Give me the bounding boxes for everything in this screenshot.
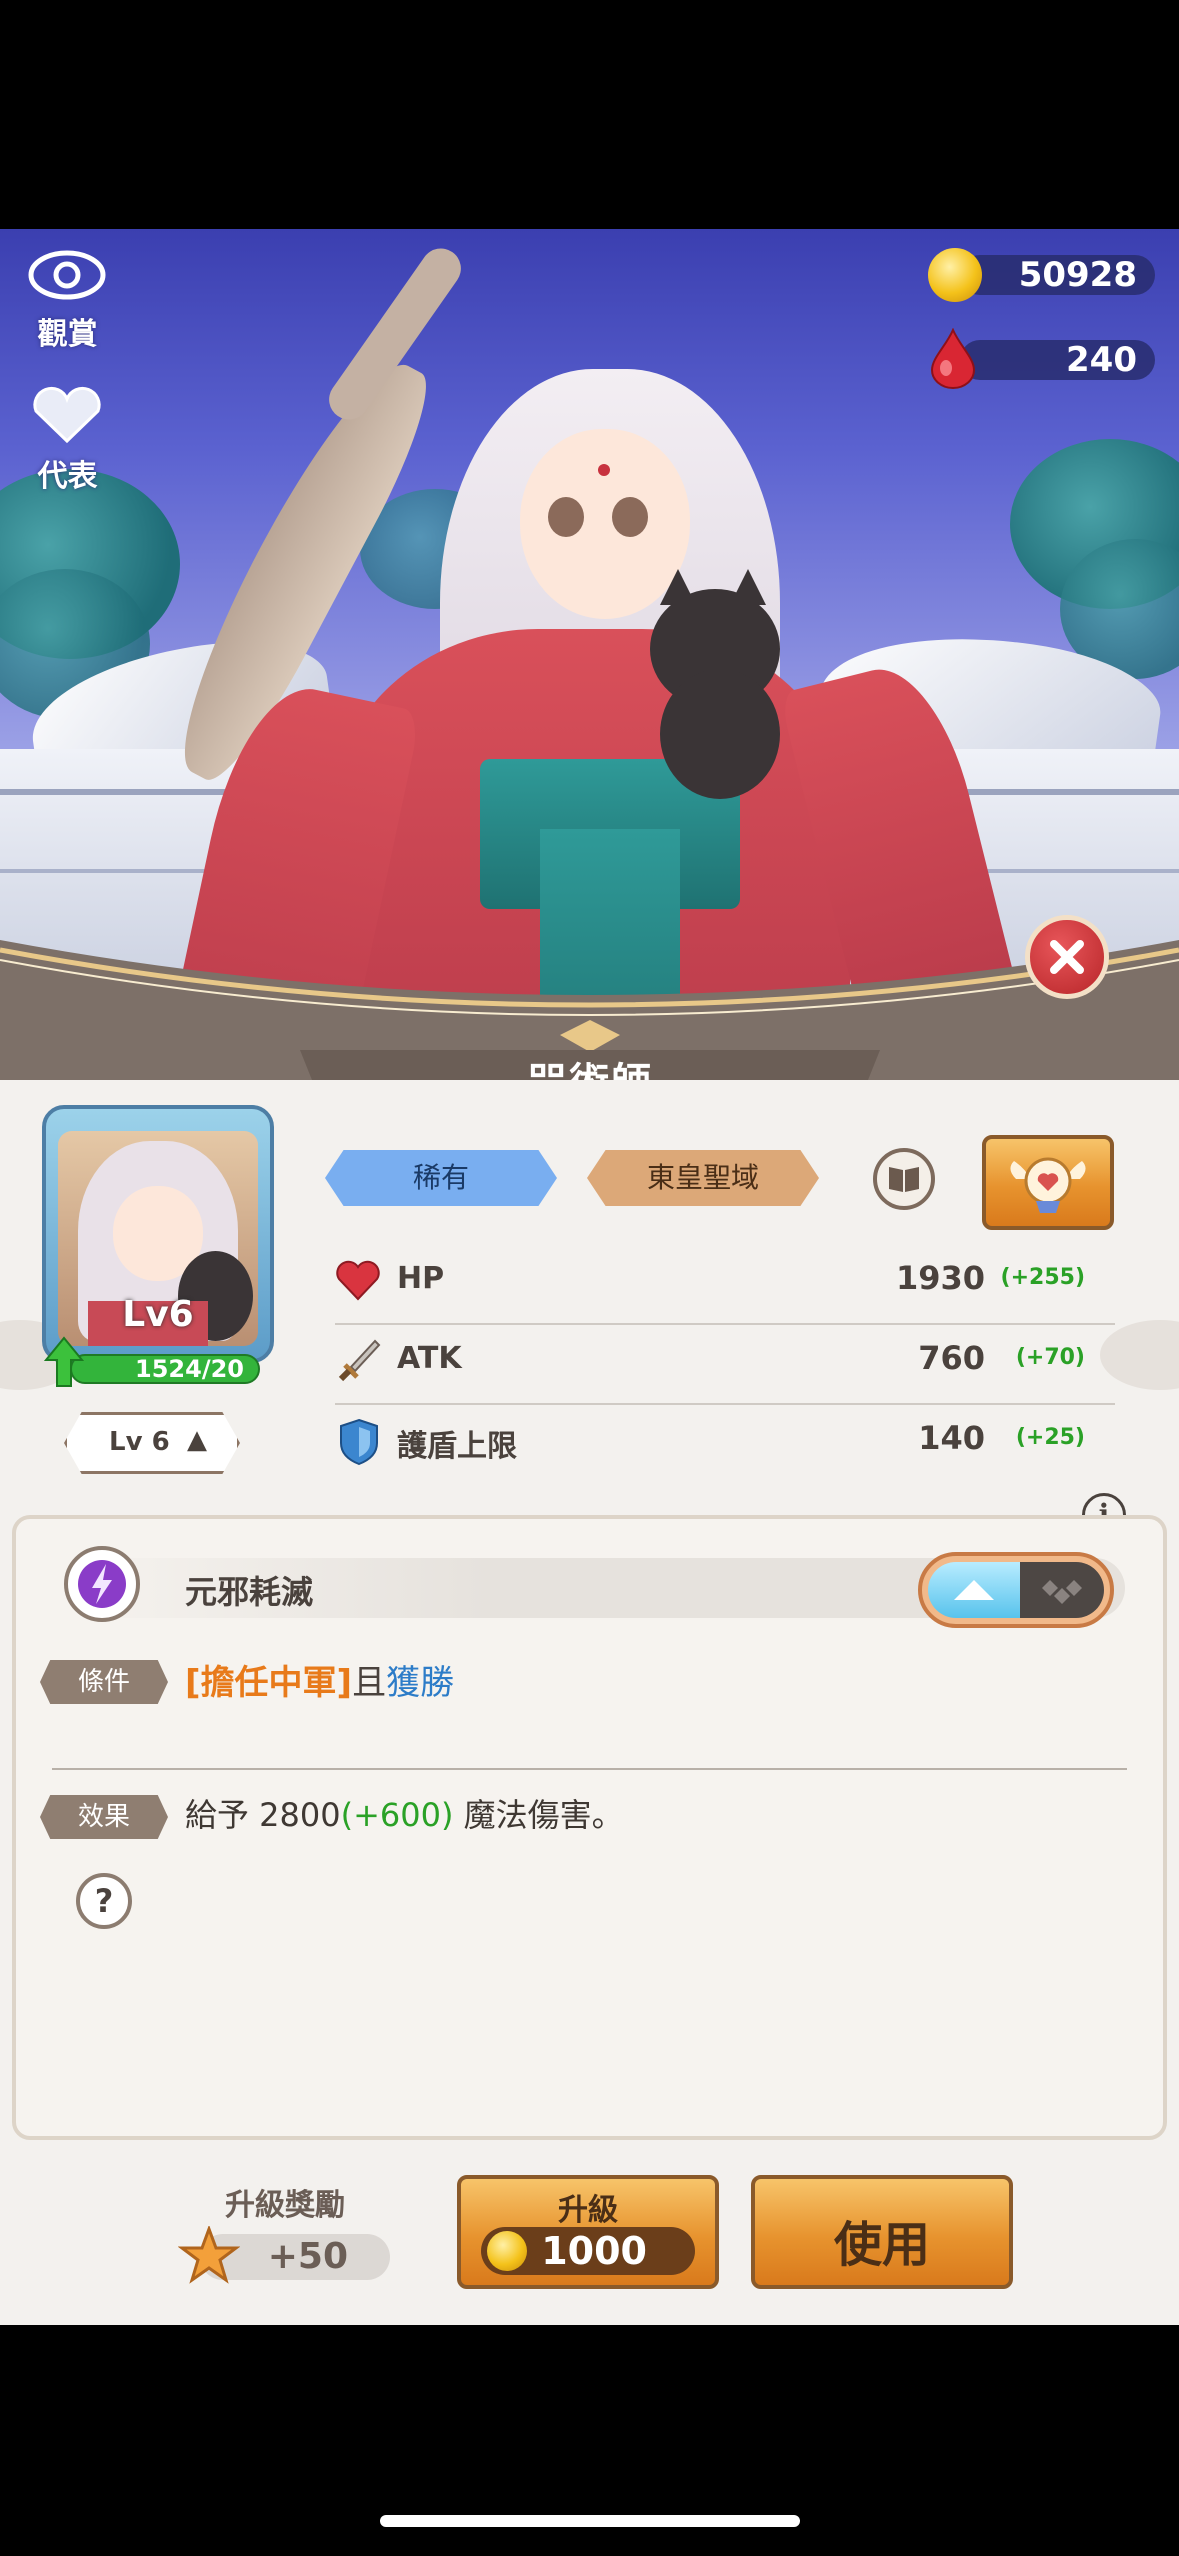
upgrade-label: 升級 — [558, 2193, 618, 2228]
level-up-arrow-icon — [44, 1336, 84, 1387]
close-icon — [1050, 940, 1084, 974]
heart-badge-icon — [1010, 1157, 1086, 1213]
effect-prefix: 給予 2800 — [185, 1796, 341, 1834]
home-indicator[interactable] — [380, 2515, 800, 2527]
blood-gem-icon — [930, 328, 976, 389]
stat-bonus: (+255) — [1000, 1265, 1085, 1290]
eye-icon — [28, 250, 106, 300]
upgrade-button[interactable]: 升級 1000 — [457, 2175, 719, 2289]
gold-coin-icon — [928, 248, 982, 302]
close-button[interactable] — [1025, 915, 1109, 999]
stat-bonus: (+70) — [1015, 1345, 1085, 1370]
stat-row-shield: 護盾上限 140 (+25) — [335, 1403, 1115, 1483]
rarity-chip: 稀有 — [325, 1150, 557, 1206]
stat-label: 護盾上限 — [397, 1429, 517, 1464]
representative-button[interactable]: 代表 — [20, 385, 115, 494]
stat-bonus: (+25) — [1015, 1425, 1085, 1450]
lightning-icon — [78, 1560, 126, 1608]
level-select-button[interactable]: Lv 6 ▲ — [64, 1412, 240, 1474]
condition-tag: 條件 — [40, 1660, 168, 1704]
effect-text: 給予 2800(+600) 魔法傷害。 — [185, 1790, 624, 1836]
exp-text: 1524/20 — [135, 1355, 244, 1383]
representative-label: 代表 — [37, 459, 98, 494]
star-icon — [178, 2226, 240, 2284]
grid-view-toggle[interactable] — [1020, 1562, 1104, 1618]
book-icon — [889, 1167, 919, 1192]
upgrade-cost-bar: 1000 — [481, 2227, 695, 2275]
sword-icon — [338, 1339, 381, 1382]
upgrade-cost: 1000 — [541, 2229, 647, 2273]
stat-label: HP — [397, 1261, 445, 1296]
triangle-up-icon: ▲ — [187, 1425, 207, 1455]
help-button[interactable]: ? — [76, 1873, 132, 1929]
heart-icon — [336, 1260, 380, 1301]
region-chip: 東皇聖域 — [587, 1150, 819, 1206]
level-select-label: Lv 6 — [109, 1427, 170, 1457]
effect-suffix: 魔法傷害。 — [453, 1796, 624, 1834]
gold-coin-icon — [487, 2231, 527, 2271]
stat-row-atk: ATK 760 (+70) — [335, 1323, 1115, 1405]
effect-tag: 效果 — [40, 1795, 168, 1839]
gem-amount: 240 — [960, 340, 1155, 380]
stat-value: 1930 — [895, 1259, 985, 1297]
favorite-badge-button[interactable] — [982, 1135, 1114, 1230]
stat-row-hp: HP 1930 (+255) — [335, 1243, 1115, 1325]
triangle-up-icon — [954, 1580, 994, 1600]
condition-text: [擔任中軍]且獲勝 — [185, 1655, 454, 1704]
view-label: 觀賞 — [37, 317, 98, 352]
diamond-grid-icon — [1042, 1580, 1082, 1604]
upgrade-view-toggle[interactable] — [928, 1562, 1020, 1618]
stat-label: ATK — [397, 1341, 462, 1376]
exp-bar: 1524/20 — [70, 1354, 260, 1384]
condition-highlight: [擔任中軍] — [185, 1663, 353, 1703]
skill-name: 元邪耗滅 — [185, 1573, 314, 1611]
reward-label: 升級獎勵 — [225, 2188, 345, 2223]
level-badge: Lv6 — [122, 1294, 194, 1335]
use-button[interactable]: 使用 — [751, 2175, 1013, 2289]
gold-amount: 50928 — [960, 255, 1155, 295]
heart-icon — [33, 386, 101, 444]
character-portrait-card[interactable]: Lv6 — [42, 1105, 274, 1363]
lore-book-button[interactable] — [873, 1148, 935, 1210]
condition-win: 獲勝 — [386, 1663, 455, 1703]
shield-icon — [340, 1418, 378, 1466]
skill-toggle[interactable] — [918, 1552, 1114, 1628]
view-button[interactable]: 觀賞 — [20, 245, 115, 352]
stat-value: 760 — [918, 1339, 985, 1377]
effect-bonus: (+600) — [340, 1796, 454, 1834]
divider — [52, 1768, 1127, 1770]
use-label: 使用 — [833, 2217, 930, 2273]
skill-icon-frame — [64, 1546, 140, 1622]
reward-value: +50 — [267, 2236, 348, 2277]
stat-value: 140 — [918, 1419, 985, 1457]
condition-and: 且 — [352, 1663, 387, 1703]
